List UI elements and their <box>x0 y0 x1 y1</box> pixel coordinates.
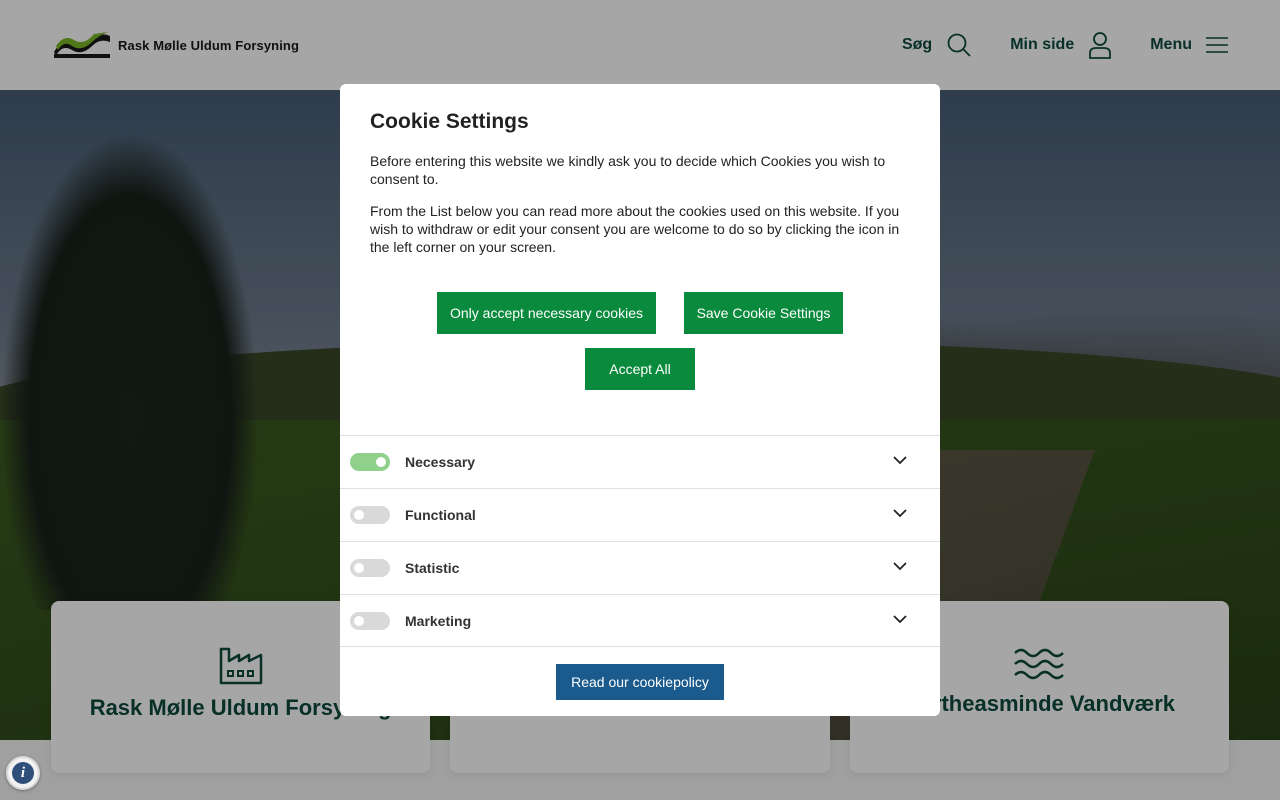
category-functional[interactable]: Functional <box>340 488 940 541</box>
category-label: Necessary <box>405 454 476 470</box>
accept-necessary-button[interactable]: Only accept necessary cookies <box>437 292 656 334</box>
category-statistic[interactable]: Statistic <box>340 541 940 594</box>
dialog-title: Cookie Settings <box>370 110 529 133</box>
cookie-categories: Necessary Functional Statistic Marketing <box>340 435 940 647</box>
chevron-down-icon[interactable] <box>892 505 908 521</box>
chevron-down-icon[interactable] <box>892 452 908 468</box>
statistic-toggle[interactable] <box>350 559 390 577</box>
category-label: Marketing <box>405 612 472 629</box>
category-necessary[interactable]: Necessary <box>340 435 940 488</box>
cookie-settings-dialog: Cookie Settings Before entering this web… <box>340 84 940 716</box>
chevron-down-icon[interactable] <box>892 611 908 627</box>
category-marketing[interactable]: Marketing <box>340 594 940 647</box>
marketing-toggle[interactable] <box>350 611 390 630</box>
save-cookie-settings-button[interactable]: Save Cookie Settings <box>684 292 843 334</box>
category-label: Functional <box>405 507 476 523</box>
accept-all-button[interactable]: Accept All <box>585 348 695 390</box>
cookie-policy-button[interactable]: Read our cookiepolicy <box>556 664 724 700</box>
category-label: Statistic <box>405 560 460 576</box>
functional-toggle[interactable] <box>350 506 390 524</box>
necessary-toggle[interactable] <box>350 453 390 471</box>
dialog-info-text: From the List below you can read more ab… <box>370 203 900 255</box>
cookie-info-button[interactable]: i <box>6 756 40 790</box>
chevron-down-icon[interactable] <box>892 558 908 574</box>
info-icon: i <box>12 762 34 784</box>
dialog-intro-text: Before entering this website we kindly a… <box>370 153 886 187</box>
